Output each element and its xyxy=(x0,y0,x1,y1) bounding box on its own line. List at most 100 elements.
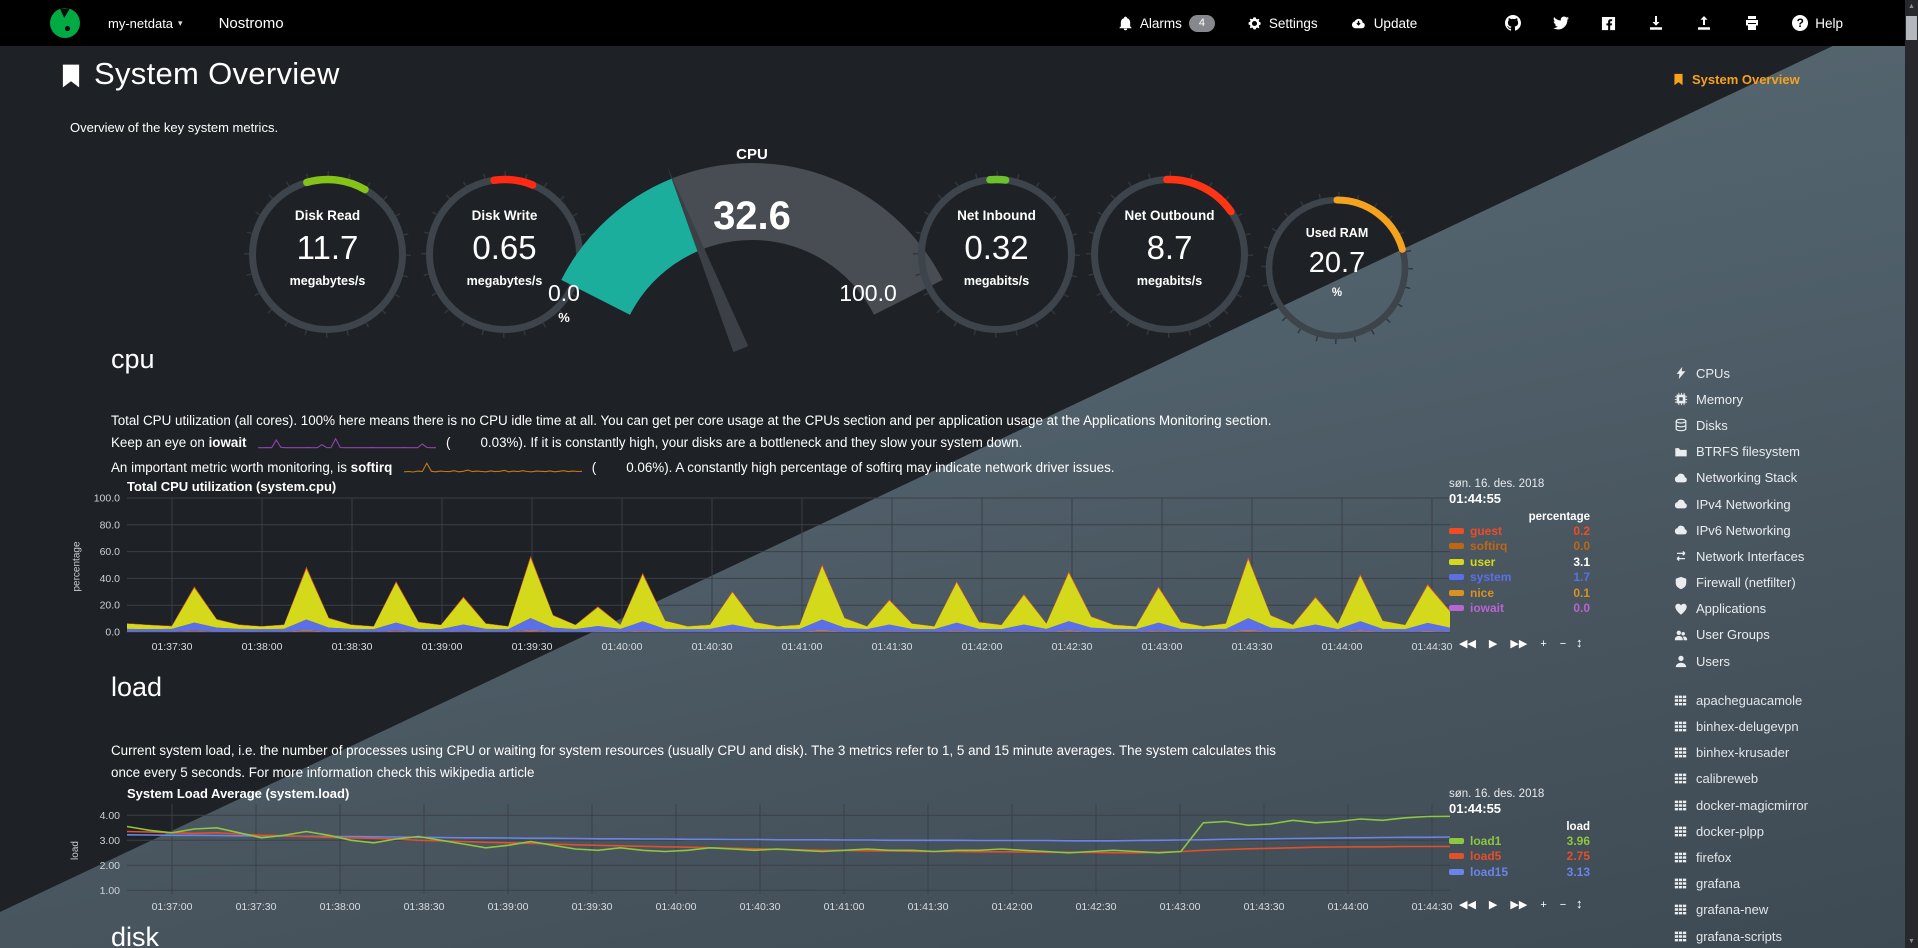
legend-row[interactable]: guest 0.2 xyxy=(1449,523,1590,539)
pan-backward-button[interactable]: ◀◀ xyxy=(1459,637,1476,650)
sidebar-section-item[interactable]: Memory xyxy=(1672,386,1900,412)
sidebar-subitem[interactable] xyxy=(1672,209,1900,228)
sidebar-container-item[interactable]: grafana xyxy=(1672,871,1900,897)
legend-row[interactable]: load5 2.75 xyxy=(1449,849,1590,865)
legend-units: percentage xyxy=(1449,511,1590,523)
sidebar-section-item[interactable]: IPv6 Networking xyxy=(1672,517,1900,543)
svg-text:01:43:30: 01:43:30 xyxy=(1232,641,1273,653)
update-label: Update xyxy=(1374,16,1418,31)
alarms-button[interactable]: Alarms 4 xyxy=(1102,15,1231,32)
section-heading-cpu: cpu xyxy=(111,344,155,375)
page-header: System Overview xyxy=(58,56,340,92)
legend-row[interactable]: load1 3.96 xyxy=(1449,833,1590,849)
sidebar-section-label: CPUs xyxy=(1696,366,1730,381)
sidebar-section-item[interactable]: Applications xyxy=(1672,596,1900,622)
svg-text:01:42:00: 01:42:00 xyxy=(962,641,1003,653)
zoom-out-button[interactable]: − xyxy=(1560,638,1566,650)
zoom-in-button[interactable]: + xyxy=(1540,899,1546,911)
sidebar-section-item[interactable]: Network Interfaces xyxy=(1672,543,1900,569)
legend-row[interactable]: nice 0.1 xyxy=(1449,585,1590,601)
scroll-up-arrow[interactable]: ▲ xyxy=(1905,3,1918,10)
zoom-out-button[interactable]: − xyxy=(1560,899,1566,911)
net-inbound-gauge[interactable]: Net Inbound 0.32 megabits/s xyxy=(914,172,1079,337)
disk-read-gauge[interactable]: Disk Read 11.7 megabytes/s xyxy=(245,172,410,337)
sidebar-section-item[interactable]: BTRFS filesystem xyxy=(1672,439,1900,465)
sidebar-subitem[interactable] xyxy=(1672,285,1900,304)
sidebar-container-item[interactable]: grafana-scripts xyxy=(1672,923,1900,948)
sidebar-item-system-overview[interactable]: System Overview xyxy=(1672,72,1900,87)
gauge-unit: megabytes/s xyxy=(245,274,410,288)
sidebar-subitem[interactable] xyxy=(1672,114,1900,133)
help-button[interactable]: ? Help xyxy=(1776,15,1859,31)
sidebar-section-item[interactable]: IPv4 Networking xyxy=(1672,491,1900,517)
netdata-dashboard: my-netdata ▾ Nostromo Alarms 4 Settings … xyxy=(0,0,1918,948)
sidebar-subitem[interactable] xyxy=(1672,266,1900,285)
cpu-main-gauge[interactable]: CPU 32.6 0.0 100.0 % xyxy=(530,140,974,352)
svg-text:60.0: 60.0 xyxy=(100,546,121,558)
play-button[interactable]: ▶ xyxy=(1489,898,1497,911)
sidebar-section-item[interactable]: Disks xyxy=(1672,412,1900,438)
sidebar-container-label: grafana-new xyxy=(1696,902,1768,917)
used-ram-gauge[interactable]: Used RAM 20.7 % xyxy=(1262,193,1412,343)
sidebar-container-item[interactable]: binhex-krusader xyxy=(1672,740,1900,766)
sidebar-container-item[interactable]: docker-plpp xyxy=(1672,818,1900,844)
net-outbound-gauge[interactable]: Net Outbound 8.7 megabits/s xyxy=(1087,172,1252,337)
scroll-down-arrow[interactable]: ▼ xyxy=(1905,938,1918,945)
svg-text:01:37:00: 01:37:00 xyxy=(152,901,193,913)
sidebar-subitem[interactable] xyxy=(1672,133,1900,152)
sidebar-section-item[interactable]: CPUs xyxy=(1672,360,1900,386)
facebook-button[interactable] xyxy=(1585,16,1632,31)
sidebar-subitem[interactable] xyxy=(1672,304,1900,323)
play-button[interactable]: ▶ xyxy=(1489,637,1497,650)
sidebar-container-item[interactable]: calibreweb xyxy=(1672,766,1900,792)
pan-backward-button[interactable]: ◀◀ xyxy=(1459,898,1476,911)
sidebar-section-item[interactable]: User Groups xyxy=(1672,622,1900,648)
svg-text:40.0: 40.0 xyxy=(100,573,121,585)
pan-forward-button[interactable]: ▶▶ xyxy=(1510,637,1527,650)
export-button[interactable] xyxy=(1680,15,1728,31)
sidebar-subitem[interactable] xyxy=(1672,152,1900,171)
sidebar-container-item[interactable]: apacheguacamole xyxy=(1672,687,1900,713)
cpu-chart-resize-handle[interactable]: ↕ xyxy=(1576,635,1583,650)
sidebar-subitem[interactable] xyxy=(1672,247,1900,266)
load-chart-resize-handle[interactable]: ↕ xyxy=(1576,896,1583,911)
sidebar-subitem[interactable] xyxy=(1672,323,1900,342)
legend-row[interactable]: user 3.1 xyxy=(1449,554,1590,570)
iowait-sparkline[interactable] xyxy=(258,434,436,450)
cpu-desc-line3: An important metric worth monitoring, is… xyxy=(111,457,1271,482)
page-scrollbar[interactable]: ▲ ▼ xyxy=(1905,0,1918,948)
legend-dimension-name: load15 xyxy=(1470,865,1508,879)
github-button[interactable] xyxy=(1489,15,1537,31)
settings-button[interactable]: Settings xyxy=(1231,16,1334,31)
sidebar-container-item[interactable]: docker-magicmirror xyxy=(1672,792,1900,818)
load-chart[interactable]: 1.002.003.004.0001:37:0001:37:3001:38:00… xyxy=(127,800,1450,914)
sidebar-container-item[interactable]: firefox xyxy=(1672,844,1900,870)
zoom-in-button[interactable]: + xyxy=(1540,638,1546,650)
legend-row[interactable]: load15 3.13 xyxy=(1449,864,1590,880)
sidebar-section-item[interactable]: Networking Stack xyxy=(1672,465,1900,491)
my-netdata-menu[interactable]: my-netdata ▾ xyxy=(108,16,183,31)
legend-row[interactable]: iowait 0.0 xyxy=(1449,601,1590,617)
sidebar-container-item[interactable]: binhex-delugevpn xyxy=(1672,713,1900,739)
sidebar-container-item[interactable]: grafana-new xyxy=(1672,897,1900,923)
sidebar-section-item[interactable]: Users xyxy=(1672,648,1900,674)
sidebar-subitem[interactable] xyxy=(1672,228,1900,247)
legend-time: 01:44:55 xyxy=(1449,491,1590,506)
legend-row[interactable]: softirq 0.0 xyxy=(1449,539,1590,555)
sidebar-subitem[interactable] xyxy=(1672,190,1900,209)
import-button[interactable] xyxy=(1632,15,1680,31)
legend-rows: guest 0.2 softirq 0.0 user 3.1 system 1.… xyxy=(1449,523,1590,616)
update-button[interactable]: Update xyxy=(1334,16,1434,31)
legend-row[interactable]: system 1.7 xyxy=(1449,570,1590,586)
svg-text:100.0: 100.0 xyxy=(94,493,120,505)
pan-forward-button[interactable]: ▶▶ xyxy=(1510,898,1527,911)
print-button[interactable] xyxy=(1728,15,1776,31)
twitter-button[interactable] xyxy=(1537,15,1585,31)
sidebar-subitem[interactable] xyxy=(1672,95,1900,114)
softirq-sparkline[interactable] xyxy=(404,459,582,475)
sidebar-subitem[interactable] xyxy=(1672,171,1900,190)
cpu-chart[interactable]: 0.020.040.060.080.0100.001:37:3001:38:00… xyxy=(127,494,1450,654)
sidebar-section-label: Users xyxy=(1696,654,1730,669)
scrollbar-thumb[interactable] xyxy=(1906,16,1917,40)
sidebar-section-item[interactable]: Firewall (netfilter) xyxy=(1672,570,1900,596)
